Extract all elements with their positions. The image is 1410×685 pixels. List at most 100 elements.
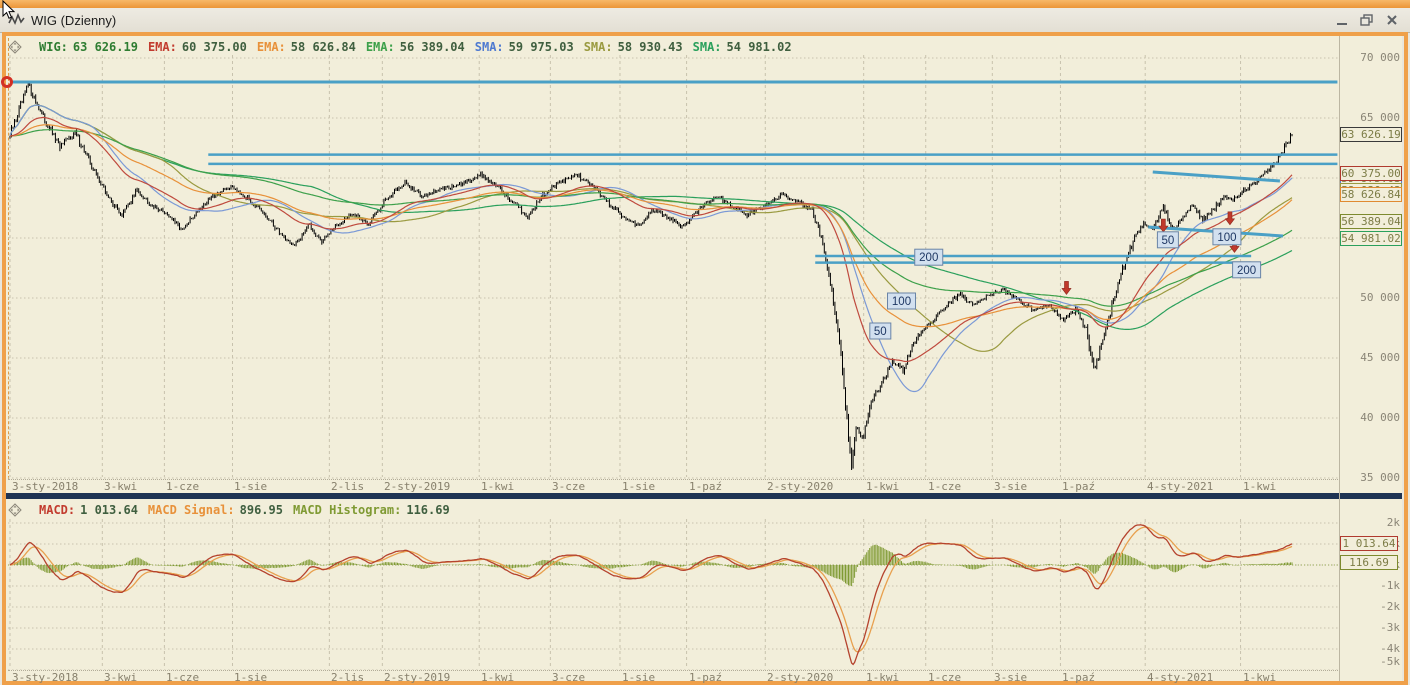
macd-axis-tick: 2k: [1386, 516, 1400, 529]
main-chart-svg[interactable]: 50 100 200 50 100 200: [8, 52, 1338, 479]
down-arrow-annotation[interactable]: [1158, 218, 1169, 233]
y-axis-tick: 65 000: [1360, 111, 1400, 124]
grid: [8, 55, 1338, 479]
down-arrow-annotation[interactable]: [1061, 281, 1072, 295]
price-axis-label: 60 375.00: [1340, 166, 1402, 181]
macd-axis-tick: -3k: [1380, 621, 1400, 634]
x-axis-label: 3-kwi: [104, 480, 138, 493]
macd-legend: MACD: 1 013.64 MACD Signal: 896.95 MACD Hist…: [8, 502, 450, 517]
x-axis-label: 2-sty-2019: [384, 671, 451, 684]
legend-item: MACD Histogram: 116.69: [293, 503, 450, 517]
window-controls: [1334, 13, 1400, 27]
ma-period-label-box[interactable]: 50: [869, 322, 892, 340]
macd-value-label: 116.69: [1340, 555, 1398, 570]
price-axis-label: 56 389.04: [1340, 213, 1402, 229]
legend-value: 116.69: [406, 502, 450, 517]
trendline[interactable]: [1152, 170, 1281, 183]
x-axis-label: 4-sty-2021: [1147, 480, 1214, 493]
circle-marker[interactable]: [1, 76, 13, 88]
legend-item: MACD: 1 013.64: [39, 503, 138, 517]
ma-period-label: 50: [874, 326, 887, 338]
x-axis-label: 1-cze: [166, 671, 200, 684]
x-axis-label: 1-cze: [928, 480, 962, 493]
x-axis-label: 1-paź: [1062, 671, 1096, 684]
candlesticks[interactable]: [9, 83, 1293, 470]
x-axis-label: 2-sty-2019: [384, 480, 451, 493]
x-axis-label: 2-sty-2020: [767, 671, 834, 684]
price-axis-label: 58 626.84: [1340, 187, 1402, 202]
x-axis-label: 2-lis: [331, 480, 365, 493]
mouse-cursor: [2, 0, 16, 19]
x-axis-label: 1-sie: [234, 480, 268, 493]
x-axis-label: 1-kwi: [1243, 480, 1277, 493]
legend-value: 1 013.64: [80, 502, 138, 517]
x-axis-label: 3-sty-2018: [12, 480, 79, 493]
x-axis-label: 1-sie: [622, 671, 656, 684]
window-title: WIG (Dzienny): [31, 12, 117, 28]
x-axis-label: 1-kwi: [866, 480, 900, 493]
x-axis-label: 1-paź: [1062, 480, 1096, 493]
macd-histogram[interactable]: [10, 544, 1293, 587]
x-axis-label: 3-cze: [552, 671, 586, 684]
y-axis-tick: 35 000: [1360, 471, 1400, 484]
macd-signal-line[interactable]: [9, 526, 1293, 653]
price-axis-label: 54 981.02: [1340, 230, 1402, 246]
price-axis-label: 63 626.19: [1340, 127, 1402, 142]
y-axis-tick: 50 000: [1360, 291, 1400, 304]
ma-period-label: 200: [919, 252, 938, 264]
ma-period-label: 50: [1162, 235, 1175, 247]
x-axis-label: 2-lis: [331, 671, 365, 684]
sma-line-200[interactable]: [9, 104, 1293, 330]
sma-line-100[interactable]: [9, 104, 1293, 352]
ema-line-200[interactable]: [9, 129, 1293, 307]
macd-axis-tick: -5k: [1380, 655, 1400, 668]
legend-label: MACD:: [39, 502, 76, 517]
ma-period-label: 100: [892, 296, 911, 308]
x-axis-label: 3-kwi: [104, 671, 138, 684]
legend-value: 896.95: [239, 502, 283, 517]
ma-period-label-box[interactable]: 50: [1156, 231, 1179, 249]
x-axis-label: 3-sie: [994, 480, 1028, 493]
ma-period-label: 200: [1237, 265, 1256, 277]
restore-button[interactable]: [1359, 13, 1375, 27]
x-axis-label: 1-paź: [689, 480, 723, 493]
x-axis-label: 1-kwi: [866, 671, 900, 684]
x-axis-label: 1-paź: [689, 671, 723, 684]
macd-chart-svg[interactable]: [8, 516, 1338, 670]
macd-value-label: 1 013.64: [1340, 536, 1398, 552]
macd-axis-tick: -2k: [1380, 600, 1400, 613]
legend-item: MACD Signal: 896.95: [148, 503, 283, 517]
macd-line[interactable]: [9, 524, 1293, 666]
x-axis-label: 3-sty-2018: [12, 671, 79, 684]
legend-label: MACD Signal:: [147, 502, 235, 517]
y-axis-tick: 70 000: [1360, 51, 1400, 64]
window-top-edge: [0, 0, 1410, 8]
window-titlebar[interactable]: WIG (Dzienny): [0, 8, 1410, 33]
ma-period-label-box[interactable]: 100: [1212, 228, 1242, 246]
grid: [8, 519, 1338, 670]
x-axis-label: 3-sie: [994, 671, 1028, 684]
x-axis-label: 1-kwi: [1243, 671, 1277, 684]
x-axis-label: 1-cze: [928, 671, 962, 684]
x-axis-label: 3-cze: [552, 480, 586, 493]
date-axis-macd[interactable]: 3-sty-2018 3-kwi 1-cze 1-sie 2-lis 2-sty-2019…: [8, 670, 1338, 684]
macd-axis-tick: -4k: [1380, 642, 1400, 655]
ma-period-label-box[interactable]: 200: [914, 248, 944, 266]
x-axis-label: 4-sty-2021: [1147, 671, 1214, 684]
date-axis-main[interactable]: 3-sty-2018 3-kwi 1-cze 1-sie 2-lis 2-sty-2019…: [8, 479, 1338, 493]
close-button[interactable]: [1384, 13, 1400, 27]
y-axis-tick: 45 000: [1360, 351, 1400, 364]
ma-period-label-box[interactable]: 200: [1232, 261, 1262, 279]
x-axis-label: 1-cze: [166, 480, 200, 493]
minimize-button[interactable]: [1334, 13, 1350, 27]
y-axis-tick: 40 000: [1360, 411, 1400, 424]
x-axis-label: 1-kwi: [481, 480, 515, 493]
legend-label: MACD Histogram:: [292, 502, 402, 517]
x-axis-label: 2-sty-2020: [767, 480, 834, 493]
ma-period-label-box[interactable]: 100: [887, 292, 917, 310]
ma-period-label: 100: [1217, 232, 1236, 244]
application-window: WIG (Dzienny) WIG: 63 626.19 EMA: 60 375.00…: [0, 0, 1410, 685]
pan-handle-icon[interactable]: [8, 502, 22, 517]
x-axis-label: 1-sie: [234, 671, 268, 684]
x-axis-label: 1-sie: [622, 480, 656, 493]
